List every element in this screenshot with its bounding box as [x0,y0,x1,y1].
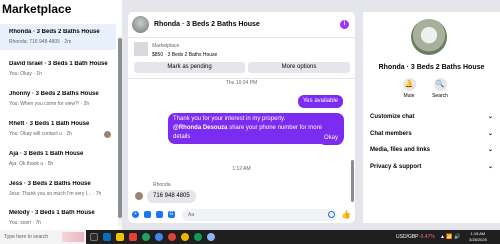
chevron-down-icon: ⌄ [487,131,493,137]
received-message: 716 948 4805 [147,190,196,203]
gif-icon[interactable]: G [168,211,175,218]
timestamp: Thu 10:24 PM [225,80,258,86]
chat-title[interactable]: Rhonda · 3 Beds 2 Baths House [154,21,260,28]
file-explorer-icon[interactable] [116,233,124,241]
avatar [104,131,111,138]
conversation-preview: You: Okay · 1h [9,71,42,77]
chrome-icon[interactable] [181,233,189,241]
plus-icon[interactable]: + [132,211,139,218]
listing-thumbnail[interactable] [132,16,149,33]
timestamp: 1:12 AM [232,166,251,172]
conversation-preview: Rhonda: 716 948 4805 · 2m [9,39,72,45]
chrome-icon[interactable] [142,233,150,241]
conversation-name: Jhonny · 3 Beds 2 Baths House [9,91,99,97]
message-text: Thank you for your interest in my proper… [173,116,286,122]
conversation-name: Jess · 3 Beds 2 Baths House [9,181,91,187]
listing-label: Marketplace [152,43,180,49]
chevron-down-icon: ⌄ [487,147,493,153]
listing-avatar [411,19,447,55]
conversation-item[interactable]: Jess · 3 Beds 2 Baths House Jess: Thank … [0,176,116,202]
ticker-change: -0.47% [419,234,435,240]
mention[interactable]: @Rhonda Desouza [173,125,228,131]
marketplace-title: Marketplace [2,2,72,16]
sent-message: Yes available [297,95,343,108]
search-icon: 🔍 [433,78,447,91]
chat-panel: Rhonda · 3 Beds 2 Baths House i Marketpl… [128,12,355,223]
listing-image [134,42,148,56]
conversation-item[interactable]: Melody · 3 Beds 1 Bath House You: soon ·… [0,205,116,230]
customize-chat-item[interactable]: Customize chat ⌄ [370,110,493,124]
sender-name: Rhonda [153,182,171,188]
bell-icon: 🔔 [402,78,416,91]
chat-header: Rhonda · 3 Beds 2 Baths House i [128,12,355,38]
conversation-item[interactable]: Aja · 3 Beds 1 Bath House Aja: Ok thank … [0,146,116,172]
mute-button[interactable]: 🔔 Mute [394,78,424,99]
message-composer: + G Aa 👍 [128,207,355,223]
conversation-name: Melody · 3 Beds 1 Bath House [9,210,95,216]
details-title: Rhonda · 3 Beds 2 Baths House [378,64,485,71]
more-options-button[interactable]: More options [248,62,350,73]
conversation-name: Rhonda · 3 Beds 2 Baths House [9,29,100,35]
app-icon[interactable] [129,233,137,241]
chevron-down-icon: ⌄ [487,164,493,170]
chrome-icon[interactable] [155,233,163,241]
mark-as-pending-button[interactable]: Mark as pending [134,62,245,73]
image-icon[interactable] [144,211,151,218]
avatar [135,192,143,200]
ticker-label[interactable]: USD/GBP [396,230,419,244]
search-highlight-image [62,232,84,242]
chrome-icon[interactable] [194,233,202,241]
conversation-preview: You: soon · 7h [9,220,42,226]
listing-card[interactable]: Marketplace $850 · 3 Beds 2 Baths House [132,41,351,61]
chrome-icon[interactable] [207,233,215,241]
conversation-item[interactable]: Rhett · 3 Beds 1 Bath House You: Okay wi… [0,116,116,142]
sent-message: Okay [318,132,343,145]
scrollbar-thumb[interactable] [351,160,354,202]
divider [128,78,355,79]
system-tray-icons[interactable]: ▲ 📶 🔊 [440,230,460,244]
menu-label: Media, files and links [370,147,431,153]
info-icon[interactable]: i [340,20,349,29]
sidebar-scrollbar[interactable] [118,36,122,226]
scrollbar-thumb[interactable] [118,38,122,218]
conversation-name: Rhett · 3 Beds 1 Bath House [9,121,90,127]
conversation-name: Aja · 3 Beds 1 Bath House [9,151,84,157]
task-view-icon[interactable] [90,233,98,241]
privacy-support-item[interactable]: Privacy & support ⌄ [370,160,493,174]
conversation-preview: You: When you come for view?! · 2h [9,101,90,107]
search-label: Search [432,93,448,99]
conversation-item[interactable]: Jhonny · 3 Beds 2 Baths House You: When … [0,86,116,112]
conversation-item[interactable]: Rhonda · 3 Beds 2 Baths House Rhonda: 71… [0,24,116,50]
windows-taskbar: Type here to search USD/GBP -0.47% ▲ 📶 🔊… [0,230,500,244]
thumbs-up-icon[interactable]: 👍 [341,210,351,219]
conversation-sidebar: Marketplace Rhonda · 3 Beds 2 Baths Hous… [0,0,122,230]
details-panel: Rhonda · 3 Beds 2 Baths House 🔔 Mute 🔍 S… [363,12,500,223]
mute-label: Mute [403,93,415,99]
menu-label: Chat members [370,131,412,137]
conversation-preview: Aja: Ok thank u · 5h [9,161,54,167]
menu-label: Privacy & support [370,164,422,170]
media-files-links-item[interactable]: Media, files and links ⌄ [370,143,493,157]
conversation-preview: You: Okay will contact u · 2h [9,131,72,137]
sent-message: Thank you for your interest in my proper… [168,113,344,144]
chat-members-item[interactable]: Chat members ⌄ [370,127,493,141]
listing-price: $850 · 3 Beds 2 Baths House [152,52,218,58]
sticker-icon[interactable] [156,211,163,218]
app-icon[interactable] [103,233,111,241]
emoji-icon[interactable] [328,211,335,218]
conversation-name: David Israel · 3 Beds 1 Bath House [9,61,108,67]
taskbar-clock[interactable]: 1:15 AM 3/28/2025 [469,231,487,243]
conversation-preview: Jess: Thank you so much I'm very I... · … [9,191,102,197]
conversation-item[interactable]: David Israel · 3 Beds 1 Bath House You: … [0,56,116,82]
search-button[interactable]: 🔍 Search [425,78,455,99]
menu-label: Customize chat [370,114,415,120]
chat-scrollbar[interactable] [351,82,354,207]
clock-date: 3/28/2025 [469,237,487,242]
search-placeholder: Type here to search [4,234,49,240]
chevron-down-icon: ⌄ [487,114,493,120]
chrome-icon[interactable] [168,233,176,241]
message-input[interactable]: Aa [182,209,337,221]
